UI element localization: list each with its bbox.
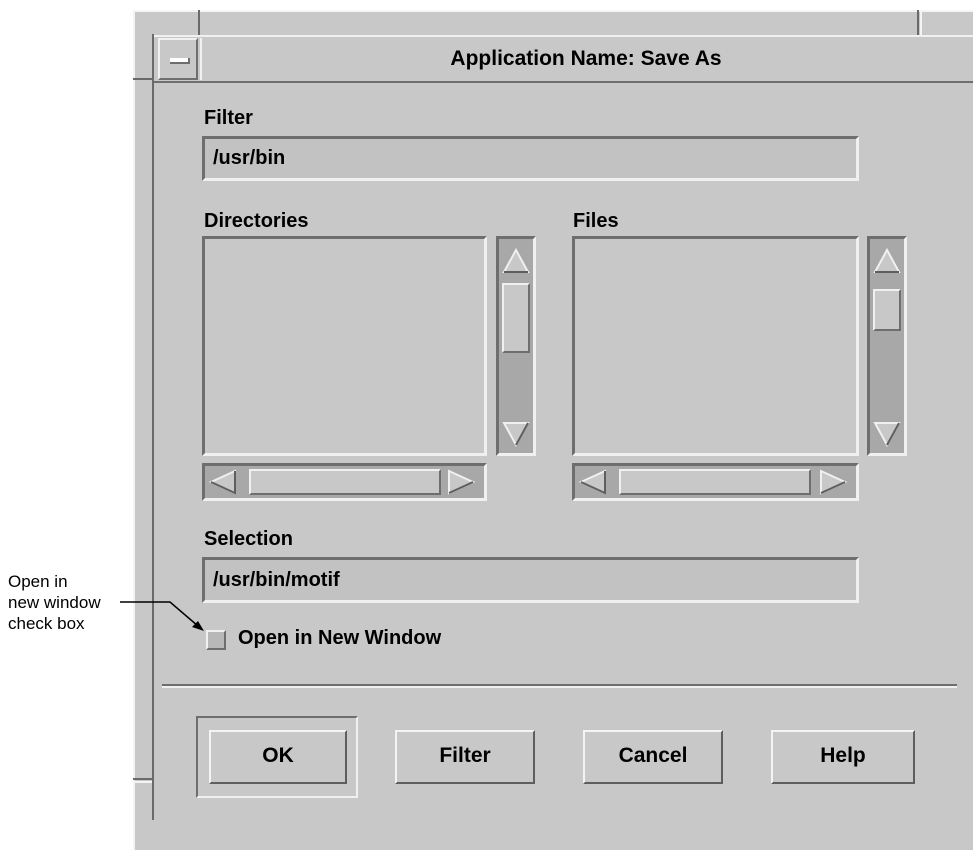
annotation-line-3: check box [8,614,85,633]
help-button[interactable]: Help [771,730,915,784]
triangle-up-icon[interactable] [502,248,530,274]
selection-label: Selection [204,528,293,550]
triangle-down-icon[interactable] [502,421,530,447]
annotation-line-1: Open in [8,572,68,591]
directories-list[interactable] [202,236,487,456]
window-title: Application Name: Save As [200,38,970,80]
frame-notch [920,10,922,36]
selection-input[interactable]: /usr/bin/motif [202,557,859,603]
frame-notch [917,10,919,36]
filter-button[interactable]: Filter [395,730,535,784]
ok-button[interactable]: OK [209,730,347,784]
directories-label: Directories [204,210,309,232]
files-list[interactable] [572,236,859,456]
scroll-thumb[interactable] [873,289,901,331]
scroll-thumb[interactable] [502,283,530,353]
window-menu-icon[interactable] [158,38,198,80]
open-new-window-label[interactable]: Open in New Window [238,627,441,650]
directories-vscrollbar[interactable] [496,236,536,456]
directories-hscrollbar[interactable] [202,463,487,501]
open-new-window-checkbox[interactable] [206,630,226,650]
triangle-left-icon[interactable] [579,469,609,495]
frame-notch [198,10,200,36]
triangle-left-icon[interactable] [209,469,239,495]
cancel-button[interactable]: Cancel [583,730,723,784]
filter-label: Filter [204,107,253,129]
triangle-down-icon[interactable] [873,421,901,447]
scroll-thumb[interactable] [619,469,811,495]
triangle-up-icon[interactable] [873,248,901,274]
annotation-line-2: new window [8,593,101,612]
triangle-right-icon[interactable] [447,469,477,495]
filter-input[interactable]: /usr/bin [202,136,859,181]
files-hscrollbar[interactable] [572,463,859,501]
annotation-arrow [120,601,204,631]
separator [162,684,957,688]
scroll-thumb[interactable] [249,469,441,495]
triangle-right-icon[interactable] [819,469,849,495]
files-vscrollbar[interactable] [867,236,907,456]
files-label: Files [573,210,619,232]
